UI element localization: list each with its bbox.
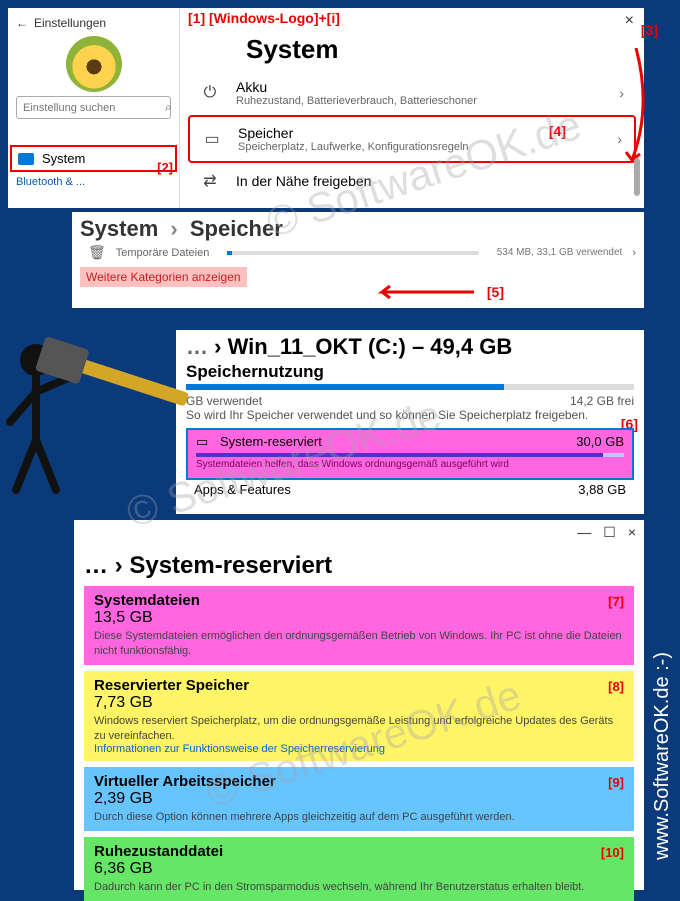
breadcrumb-overflow[interactable]: … [186,334,208,359]
chevron-right-icon: › [617,131,622,147]
akku-subtitle: Ruhezustand, Batterieverbrauch, Batterie… [236,95,477,107]
usage-description: So wird Ihr Speicher verwendet und so kö… [186,408,634,424]
card-reserved-storage: [8] Reservierter Speicher 7,73 GB Window… [84,671,634,762]
system-page: [1] [Windows-Logo]+[i] × [3] System ⏻ Ak… [180,8,644,208]
search-icon: ⌕ [165,100,172,115]
user-avatar[interactable] [66,36,122,92]
crumb-speicher: Speicher [190,216,283,241]
chevron-right-icon: › [115,552,130,579]
card-system-files: [7] Systemdateien 13,5 GB Diese Systemda… [84,586,634,665]
card-desc: Durch diese Option können mehrere Apps g… [94,810,624,825]
settings-row-akku[interactable]: ⏻ Akku Ruhezustand, Batterieverbrauch, B… [188,71,636,115]
maximize-button[interactable]: ☐ [603,524,616,541]
stick-figure-with-hammer-icon [0,330,196,510]
trash-icon: 🗑 [88,244,106,261]
chevron-right-icon: › [214,334,227,359]
annotation-2: [2] [157,160,173,175]
speicher-title: Speicher [238,125,469,141]
usage-heading: Speichernutzung [186,362,634,382]
card-desc: Dadurch kann der PC in den Stromsparmodu… [94,880,624,895]
settings-sidebar: ← Einstellungen ⌕ [2] System Bluetooth &… [8,8,180,208]
annotation-arrow-5 [374,284,474,300]
scrollbar-thumb[interactable] [634,158,640,196]
speicher-subtitle: Speicherplatz, Laufwerke, Konfigurations… [238,141,469,153]
annotation-3: [3] [641,22,658,38]
temp-usage-bar [227,251,478,255]
sysres-size: 30,0 GB [576,434,624,450]
chevron-right-icon: › [170,216,177,241]
chevron-right-icon: › [632,247,636,259]
search-box[interactable]: ⌕ [16,96,171,119]
annotation-4: [4] [549,123,566,139]
settings-row-nearby[interactable]: ⇄ In der Nähe freigeben [188,163,636,199]
nav-system-label: System [42,151,85,166]
card-size: 13,5 GB [94,609,624,627]
annotation-9: [9] [608,775,624,790]
source-url: www.SoftwareOK.de :-) [651,652,674,860]
annotation-10: [10] [601,845,624,860]
close-button[interactable]: × [628,524,636,541]
breadcrumb-overflow[interactable]: … [84,552,108,579]
akku-title: Akku [236,79,477,95]
card-title: Systemdateien [94,592,624,609]
temp-files-row[interactable]: 🗑 Temporäre Dateien 534 MB, 33,1 GB verw… [88,244,636,261]
back-icon: ← [16,16,28,30]
apps-title: Apps & Features [194,482,291,497]
pc-icon [18,153,34,165]
annotation-7: [7] [608,594,624,609]
card-desc: Windows reserviert Speicherplatz, um die… [94,714,624,744]
temp-files-used: 534 MB, 33,1 GB verwendet [497,247,623,258]
drive-usage-page: … › Win_11_OKT (C:) – 49,4 GB Speichernu… [176,330,644,514]
card-size: 2,39 GB [94,790,624,808]
free-label: 14,2 GB frei [570,394,634,408]
system-reserved-page: — ☐ × … › System-reserviert [7] Systemda… [74,520,644,890]
share-icon: ⇄ [198,171,222,191]
reserved-storage-info-link[interactable]: Informationen zur Funktionsweise der Spe… [94,743,624,755]
card-hibernation-file: [10] Ruhezustanddatei 6,36 GB Dadurch ka… [84,837,634,901]
nearby-title: In der Nähe freigeben [236,173,371,189]
search-input[interactable] [23,102,165,114]
settings-row-speicher[interactable]: ▭ Speicher Speicherplatz, Laufwerke, Kon… [188,115,636,163]
used-label: GB verwendet [186,394,262,408]
annotation-1: [1] [Windows-Logo]+[i] [188,10,340,26]
crumb-system[interactable]: System [80,216,158,241]
card-title: Virtueller Arbeitsspeicher [94,773,624,790]
breadcrumb: … › Win_11_OKT (C:) – 49,4 GB [186,334,634,360]
drive-icon: ▭ [196,434,214,450]
card-desc: Diese Systemdateien ermöglichen den ordn… [94,629,624,659]
breadcrumb: System › Speicher [80,216,636,242]
sysres-bar [196,453,624,457]
close-button[interactable]: × [625,12,634,30]
back-row[interactable]: ← Einstellungen [10,12,177,34]
drive-usage-bar [186,384,634,390]
annotation-8: [8] [608,679,624,694]
temp-files-label: Temporäre Dateien [116,247,210,259]
category-apps[interactable]: Apps & Features 3,88 GB [186,482,634,497]
category-system-reserved[interactable]: ▭ System-reserviert 30,0 GB Systemdateien… [186,428,634,480]
apps-size: 3,88 GB [578,482,626,497]
storage-page: System › Speicher 🗑 Temporäre Dateien 53… [72,212,644,308]
power-icon: ⏻ [198,84,222,102]
card-title: Ruhezustanddatei [94,843,624,860]
minimize-button[interactable]: — [577,524,591,541]
sysres-subtitle: Systemdateien helfen, dass Windows ordnu… [196,459,624,470]
page-title: System [246,34,636,65]
sysres-title: System-reserviert [220,434,322,449]
chevron-right-icon: › [619,85,624,101]
drive-title: Win_11_OKT (C:) – 49,4 GB [228,334,513,359]
annotation-5: [5] [487,284,504,300]
breadcrumb: … › System-reserviert [84,552,634,580]
nav-item-bluetooth[interactable]: Bluetooth & ... [10,172,177,192]
storage-icon: ▭ [200,129,224,149]
card-size: 7,73 GB [94,694,624,712]
nav-item-system[interactable]: System [10,145,177,172]
page-title: System-reserviert [129,552,332,579]
show-more-categories-link[interactable]: Weitere Kategorien anzeigen [80,267,247,287]
card-title: Reservierter Speicher [94,677,624,694]
card-size: 6,36 GB [94,860,624,878]
card-virtual-memory: [9] Virtueller Arbeitsspeicher 2,39 GB D… [84,767,634,831]
back-label: Einstellungen [34,16,106,30]
